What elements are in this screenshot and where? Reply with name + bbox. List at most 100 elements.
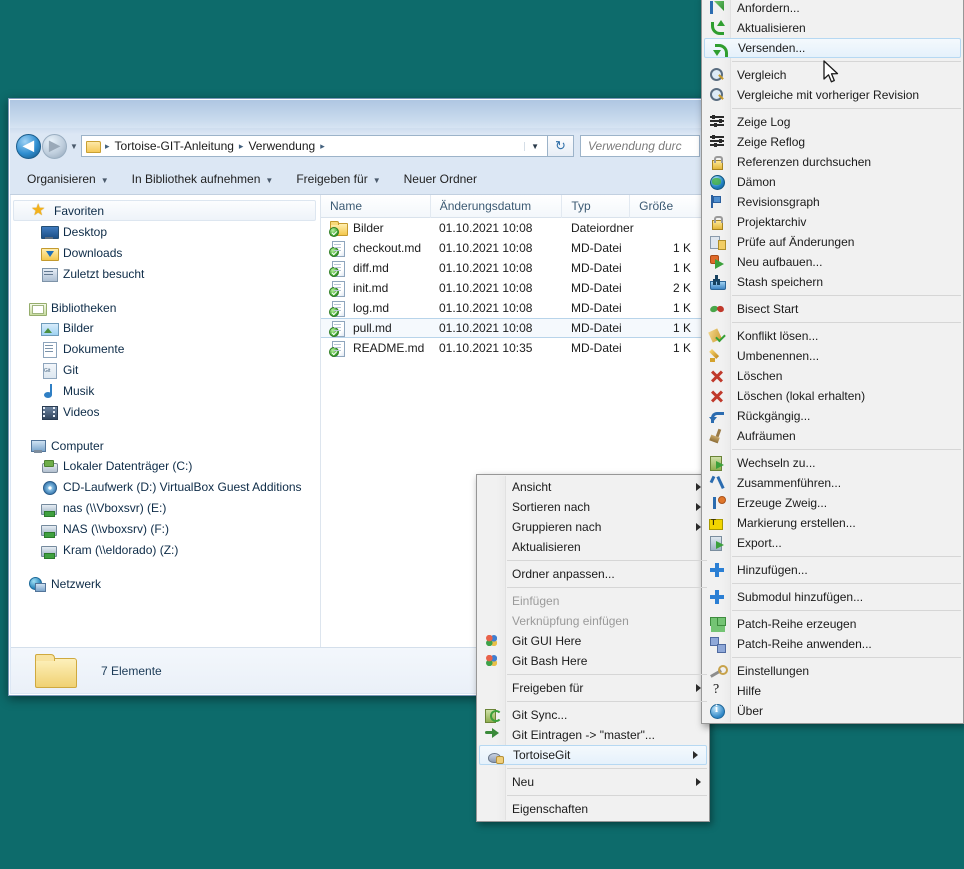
address-dropdown-icon[interactable]: ▼ <box>524 141 545 151</box>
menu-item-bisect-start[interactable]: Bisect Start <box>702 299 963 319</box>
menu-item-patch-reihe-anwenden[interactable]: Patch-Reihe anwenden... <box>702 634 963 654</box>
sidebar-item-kram-eldorado-z[interactable]: Kram (\\eldorado) (Z:) <box>11 539 320 560</box>
chevron-right-icon <box>696 483 701 491</box>
sidebar-item-computer[interactable]: Computer <box>11 436 320 455</box>
menu-item-stash-speichern[interactable]: Stash speichern <box>702 272 963 292</box>
menu-item-zeige-reflog[interactable]: Zeige Reflog <box>702 132 963 152</box>
menu-item-einstellungen[interactable]: Einstellungen <box>702 661 963 681</box>
table-row[interactable]: README.md 01.10.2021 10:35 MD-Datei 1 K <box>321 338 705 358</box>
menu-item-export[interactable]: Export... <box>702 533 963 553</box>
menu-item-hinzufuegen[interactable]: Hinzufügen... <box>702 560 963 580</box>
address-input[interactable]: ▸ Tortoise-GIT-Anleitung ▸ Verwendung ▸ … <box>81 135 548 157</box>
menu-item-loeschen[interactable]: Löschen <box>702 366 963 386</box>
sidebar-item-favoriten[interactable]: Favoriten <box>13 200 316 221</box>
file-date: 01.10.2021 10:08 <box>439 281 533 295</box>
menu-item-git-sync[interactable]: Git Sync... <box>477 705 709 725</box>
explorer-context-menu[interactable]: Ansicht Sortieren nach Gruppieren nach Aktu… <box>476 474 710 822</box>
back-button[interactable]: ◀ <box>16 133 41 159</box>
menu-item-git-eintragen-master[interactable]: Git Eintragen -> "master"... <box>477 725 709 745</box>
menu-item-git-gui-here[interactable]: Git GUI Here <box>477 631 709 651</box>
menu-item-submodul-hinzufuegen[interactable]: Submodul hinzufügen... <box>702 587 963 607</box>
toolbar-item-neuer-ordner[interactable]: Neuer Ordner <box>399 169 487 189</box>
sidebar-item-musik[interactable]: Musik <box>11 380 320 401</box>
menu-item-eigenschaften[interactable]: Eigenschaften <box>477 799 709 819</box>
reflog-icon <box>709 134 725 150</box>
sidebar-item-cd-laufwerk-d-virtualbox-guest-additions[interactable]: CD-Laufwerk (D:) VirtualBox Guest Additi… <box>11 476 320 497</box>
menu-item-pruefe-auf-aenderungen[interactable]: Prüfe auf Änderungen <box>702 232 963 252</box>
file-type: MD-Datei <box>571 281 622 295</box>
sidebar-item-videos[interactable]: Videos <box>11 401 320 422</box>
menu-item-zusammenfuehren[interactable]: Zusammenführen... <box>702 473 963 493</box>
sidebar-item-netzwerk[interactable]: Netzwerk <box>11 574 320 593</box>
menu-item-patch-reihe-erzeugen[interactable]: Patch-Reihe erzeugen <box>702 614 963 634</box>
menu-item-git-bash-here[interactable]: Git Bash Here <box>477 651 709 671</box>
menu-item-anfordern[interactable]: Anfordern... <box>702 0 963 18</box>
sidebar-item-lokaler-datentraeger-c[interactable]: Lokaler Datenträger (C:) <box>11 455 320 476</box>
menu-item-loeschen-lokal-erhalten[interactable]: Löschen (lokal erhalten) <box>702 386 963 406</box>
menu-item-hilfe[interactable]: Hilfe <box>702 681 963 701</box>
file-size: 2 K <box>672 281 691 295</box>
menu-item-einfuegen: Einfügen <box>477 591 709 611</box>
menu-item-neu[interactable]: Neu <box>477 772 709 792</box>
table-row[interactable]: log.md 01.10.2021 10:08 MD-Datei 1 K <box>321 298 705 318</box>
menu-item-ansicht[interactable]: Ansicht <box>477 477 709 497</box>
column-header-groesse[interactable]: Größe <box>630 195 705 218</box>
menu-item-versenden[interactable]: Versenden... <box>704 38 961 58</box>
menu-item-vergleich[interactable]: Vergleich <box>702 65 963 85</box>
menu-item-label: Revisionsgraph <box>737 195 820 209</box>
menu-item-erzeuge-zweig[interactable]: Erzeuge Zweig... <box>702 493 963 513</box>
column-header-aenderungsdatum[interactable]: Änderungsdatum <box>431 195 563 218</box>
menu-item-referenzen-durchsuchen[interactable]: Referenzen durchsuchen <box>702 152 963 172</box>
table-row[interactable]: init.md 01.10.2021 10:08 MD-Datei 2 K <box>321 278 705 298</box>
history-dropdown-button[interactable]: ▼ <box>67 142 81 151</box>
table-row[interactable]: Bilder 01.10.2021 10:08 Dateiordner <box>321 218 705 238</box>
tortoisegit-submenu[interactable]: Anfordern... Aktualisieren Versenden... Ver… <box>701 0 964 724</box>
menu-item-markierung-erstellen[interactable]: Markierung erstellen... <box>702 513 963 533</box>
menu-item-daemon[interactable]: Dämon <box>702 172 963 192</box>
table-row[interactable]: diff.md 01.10.2021 10:08 MD-Datei 1 K <box>321 258 705 278</box>
menu-item-aktualisieren[interactable]: Aktualisieren <box>702 18 963 38</box>
sidebar-item-zuletzt-besucht[interactable]: Zuletzt besucht <box>11 263 320 284</box>
forward-button[interactable]: ▶ <box>42 133 67 159</box>
sidebar-item-bilder[interactable]: Bilder <box>11 317 320 338</box>
menu-item-zeige-log[interactable]: Zeige Log <box>702 112 963 132</box>
menu-item-ordner-anpassen[interactable]: Ordner anpassen... <box>477 564 709 584</box>
menu-item-label: Wechseln zu... <box>737 456 816 470</box>
file-git-icon <box>329 280 346 297</box>
toolbar-item-freigeben-fuer[interactable]: Freigeben für ▼ <box>291 169 390 189</box>
menu-item-freigeben-fuer[interactable]: Freigeben für <box>477 678 709 698</box>
menu-item-wechseln-zu[interactable]: Wechseln zu... <box>702 453 963 473</box>
breadcrumb-separator: ▸ <box>105 140 110 151</box>
sidebar-item-nas-vboxsrv-f[interactable]: NAS (\\vboxsrv) (F:) <box>11 518 320 539</box>
menu-item-aktualisieren[interactable]: Aktualisieren <box>477 537 709 557</box>
table-row[interactable]: checkout.md 01.10.2021 10:08 MD-Datei 1 K <box>321 238 705 258</box>
table-row[interactable]: pull.md 01.10.2021 10:08 MD-Datei 1 K <box>321 318 705 338</box>
menu-item-tortoisegit[interactable]: TortoiseGit <box>479 745 707 765</box>
column-header-name[interactable]: Name <box>321 195 431 218</box>
menu-item-revisionsgraph[interactable]: Revisionsgraph <box>702 192 963 212</box>
menu-item-umbenennen[interactable]: Umbenennen... <box>702 346 963 366</box>
menu-item-konflikt-loesen[interactable]: Konflikt lösen... <box>702 326 963 346</box>
title-bar[interactable] <box>10 100 706 128</box>
column-header-typ[interactable]: Typ <box>562 195 631 218</box>
sidebar-item-downloads[interactable]: Downloads <box>11 242 320 263</box>
breadcrumb-item-0[interactable]: Tortoise-GIT-Anleitung <box>112 139 237 153</box>
menu-item-ueber[interactable]: Über <box>702 701 963 721</box>
sidebar-item-desktop[interactable]: Desktop <box>11 221 320 242</box>
breadcrumb-item-1[interactable]: Verwendung <box>245 139 318 153</box>
menu-item-neu-aufbauen[interactable]: Neu aufbauen... <box>702 252 963 272</box>
search-input[interactable]: Verwendung durc <box>580 135 700 157</box>
refresh-button[interactable]: ↻ <box>548 135 574 157</box>
menu-item-projektarchiv[interactable]: Projektarchiv <box>702 212 963 232</box>
menu-item-vergleiche-mit-vorheriger-revision[interactable]: Vergleiche mit vorheriger Revision <box>702 85 963 105</box>
toolbar-item-organisieren[interactable]: Organisieren ▼ <box>22 169 119 189</box>
menu-item-rueckgaengig[interactable]: Rückgängig... <box>702 406 963 426</box>
sidebar-item-dokumente[interactable]: Dokumente <box>11 338 320 359</box>
menu-item-aufraeumen[interactable]: Aufräumen <box>702 426 963 446</box>
toolbar-item-in-bibliothek-aufnehmen[interactable]: In Bibliothek aufnehmen ▼ <box>127 169 284 189</box>
sidebar-item-bibliotheken[interactable]: Bibliotheken <box>11 298 320 317</box>
menu-item-sortieren-nach[interactable]: Sortieren nach <box>477 497 709 517</box>
sidebar-item-git[interactable]: Git <box>11 359 320 380</box>
sidebar-item-nas-vboxsvr-e[interactable]: nas (\\Vboxsvr) (E:) <box>11 497 320 518</box>
menu-item-gruppieren-nach[interactable]: Gruppieren nach <box>477 517 709 537</box>
